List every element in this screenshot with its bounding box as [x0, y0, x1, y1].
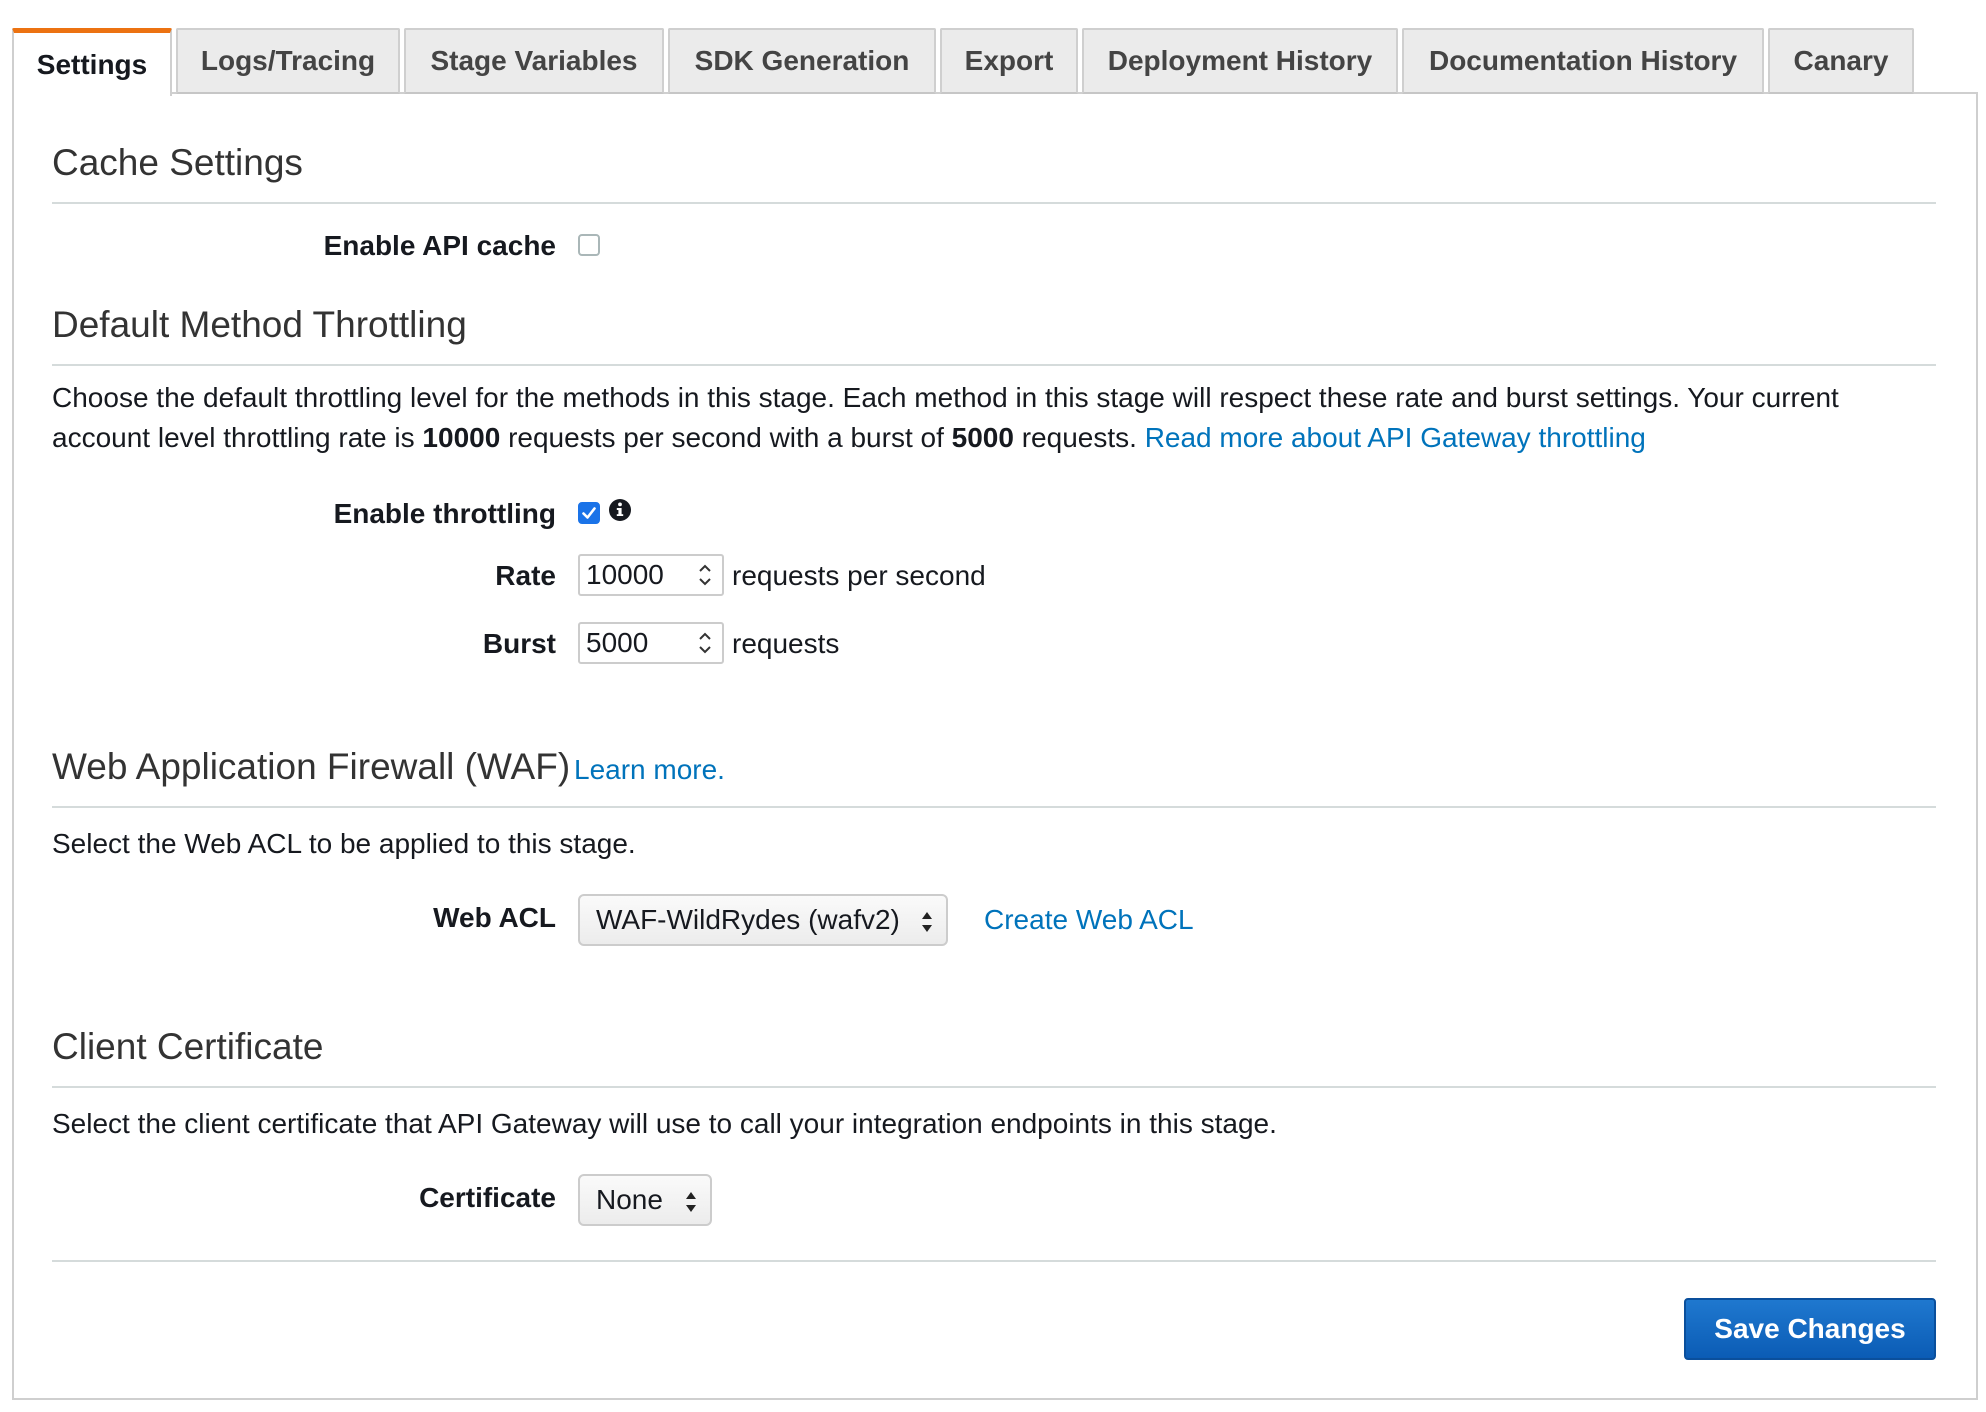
throttling-desc-text: requests per second with a burst of — [500, 422, 952, 453]
rate-stepper-icon[interactable] — [694, 558, 716, 592]
divider — [52, 1086, 1936, 1088]
client-certificate-heading: Client Certificate — [52, 1026, 324, 1067]
certificate-select[interactable]: None — [578, 1174, 712, 1226]
web-acl-select[interactable]: WAF-WildRydes (wafv2) — [578, 894, 948, 946]
settings-panel: Cache Settings Enable API cache Default … — [12, 92, 1978, 1400]
select-arrows-icon — [686, 1192, 696, 1212]
create-web-acl-link[interactable]: Create Web ACL — [984, 904, 1194, 936]
select-arrows-icon — [922, 912, 932, 932]
enable-api-cache-label: Enable API cache — [323, 230, 556, 261]
save-changes-button[interactable]: Save Changes — [1684, 1298, 1936, 1360]
throttling-description: Choose the default throttling level for … — [52, 378, 1932, 458]
info-icon[interactable] — [608, 498, 632, 522]
tab-sdk-generation[interactable]: SDK Generation — [668, 28, 936, 94]
enable-api-cache-checkbox[interactable] — [578, 234, 600, 256]
tab-deployment-history[interactable]: Deployment History — [1082, 28, 1398, 94]
rate-unit: requests per second — [732, 560, 986, 591]
cache-settings-heading: Cache Settings — [52, 142, 303, 183]
certificate-description: Select the client certificate that API G… — [52, 1108, 1277, 1139]
waf-heading: Web Application Firewall (WAF) — [52, 746, 571, 787]
tab-settings[interactable]: Settings — [12, 28, 172, 96]
burst-stepper-icon[interactable] — [694, 626, 716, 660]
throttling-heading: Default Method Throttling — [52, 304, 467, 345]
waf-description: Select the Web ACL to be applied to this… — [52, 828, 636, 859]
rate-label: Rate — [495, 560, 556, 591]
divider — [52, 364, 1936, 366]
divider — [52, 1260, 1936, 1262]
burst-unit: requests — [732, 628, 840, 659]
throttling-desc-text: requests. — [1013, 422, 1145, 453]
account-burst-value: 5000 — [951, 422, 1014, 453]
tab-documentation-history[interactable]: Documentation History — [1402, 28, 1764, 94]
enable-throttling-checkbox[interactable] — [578, 502, 600, 524]
divider — [52, 806, 1936, 808]
certificate-label: Certificate — [419, 1182, 556, 1213]
divider — [52, 202, 1936, 204]
read-more-throttling-link[interactable]: Read more about API Gateway throttling — [1145, 422, 1646, 453]
account-rate-value: 10000 — [422, 422, 501, 453]
tab-export[interactable]: Export — [940, 28, 1078, 94]
tab-logs-tracing[interactable]: Logs/Tracing — [176, 28, 400, 94]
enable-throttling-label: Enable throttling — [333, 498, 556, 529]
waf-learn-more-link[interactable]: Learn more. — [574, 754, 725, 786]
web-acl-label: Web ACL — [433, 902, 556, 933]
burst-label: Burst — [482, 628, 556, 659]
tab-canary[interactable]: Canary — [1768, 28, 1914, 94]
tab-stage-variables[interactable]: Stage Variables — [404, 28, 664, 94]
web-acl-selected-value: WAF-WildRydes (wafv2) — [596, 904, 900, 935]
certificate-selected-value: None — [596, 1184, 663, 1215]
stage-tabs: Settings Logs/Tracing Stage Variables SD… — [12, 28, 1918, 96]
